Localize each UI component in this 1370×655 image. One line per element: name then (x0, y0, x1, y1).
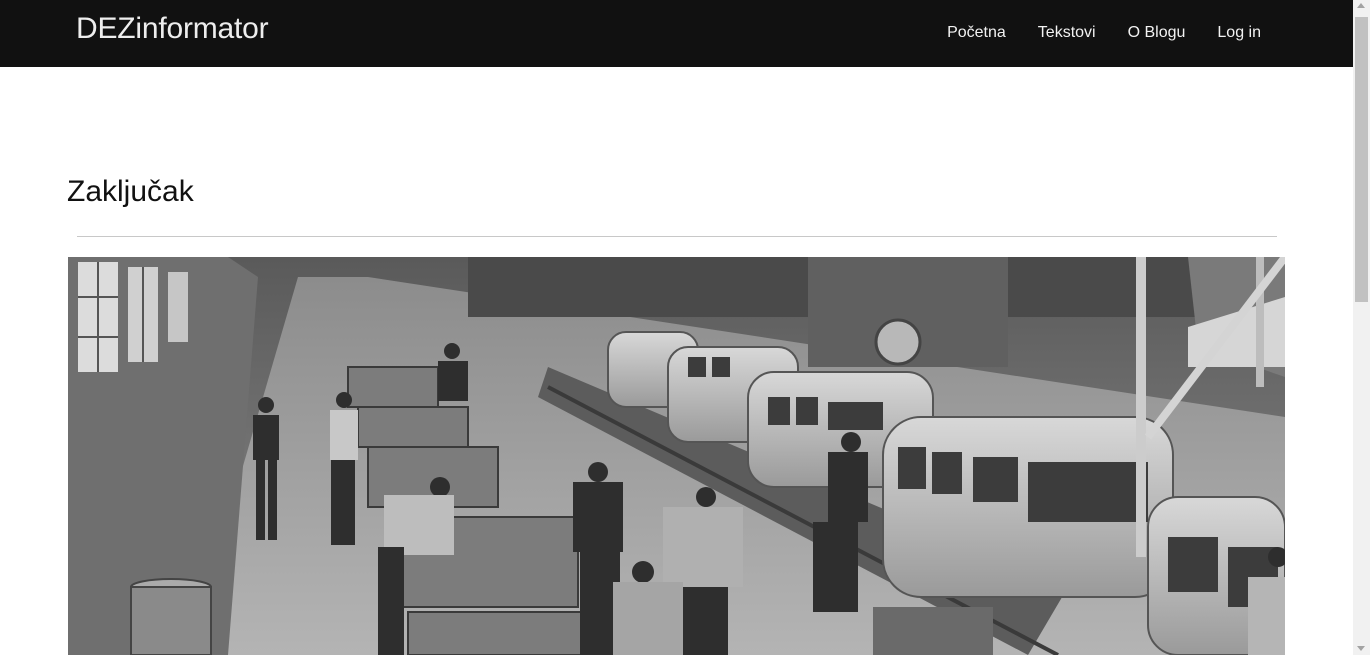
scroll-down-arrow-icon[interactable] (1357, 646, 1365, 651)
scrollbar-thumb[interactable] (1355, 17, 1368, 302)
scroll-up-arrow-icon[interactable] (1357, 3, 1365, 8)
nav-menu: Početna Tekstovi O Blogu Log in (915, 24, 1261, 42)
nav-link-log-in[interactable]: Log in (1217, 24, 1261, 42)
top-navbar: DEZinformator Početna Tekstovi O Blogu L… (0, 0, 1353, 67)
nav-link-tekstovi[interactable]: Tekstovi (1038, 24, 1096, 42)
page-title: Zaključak (67, 175, 194, 208)
brand-logo-link[interactable]: DEZinformator (76, 12, 269, 46)
nav-link-o-blogu[interactable]: O Blogu (1128, 24, 1186, 42)
title-divider (77, 236, 1277, 237)
vertical-scrollbar[interactable] (1353, 0, 1370, 655)
nav-link-pocetna[interactable]: Početna (947, 24, 1006, 42)
factory-assembly-line-photo-icon (68, 257, 1285, 655)
hero-image (68, 257, 1285, 655)
